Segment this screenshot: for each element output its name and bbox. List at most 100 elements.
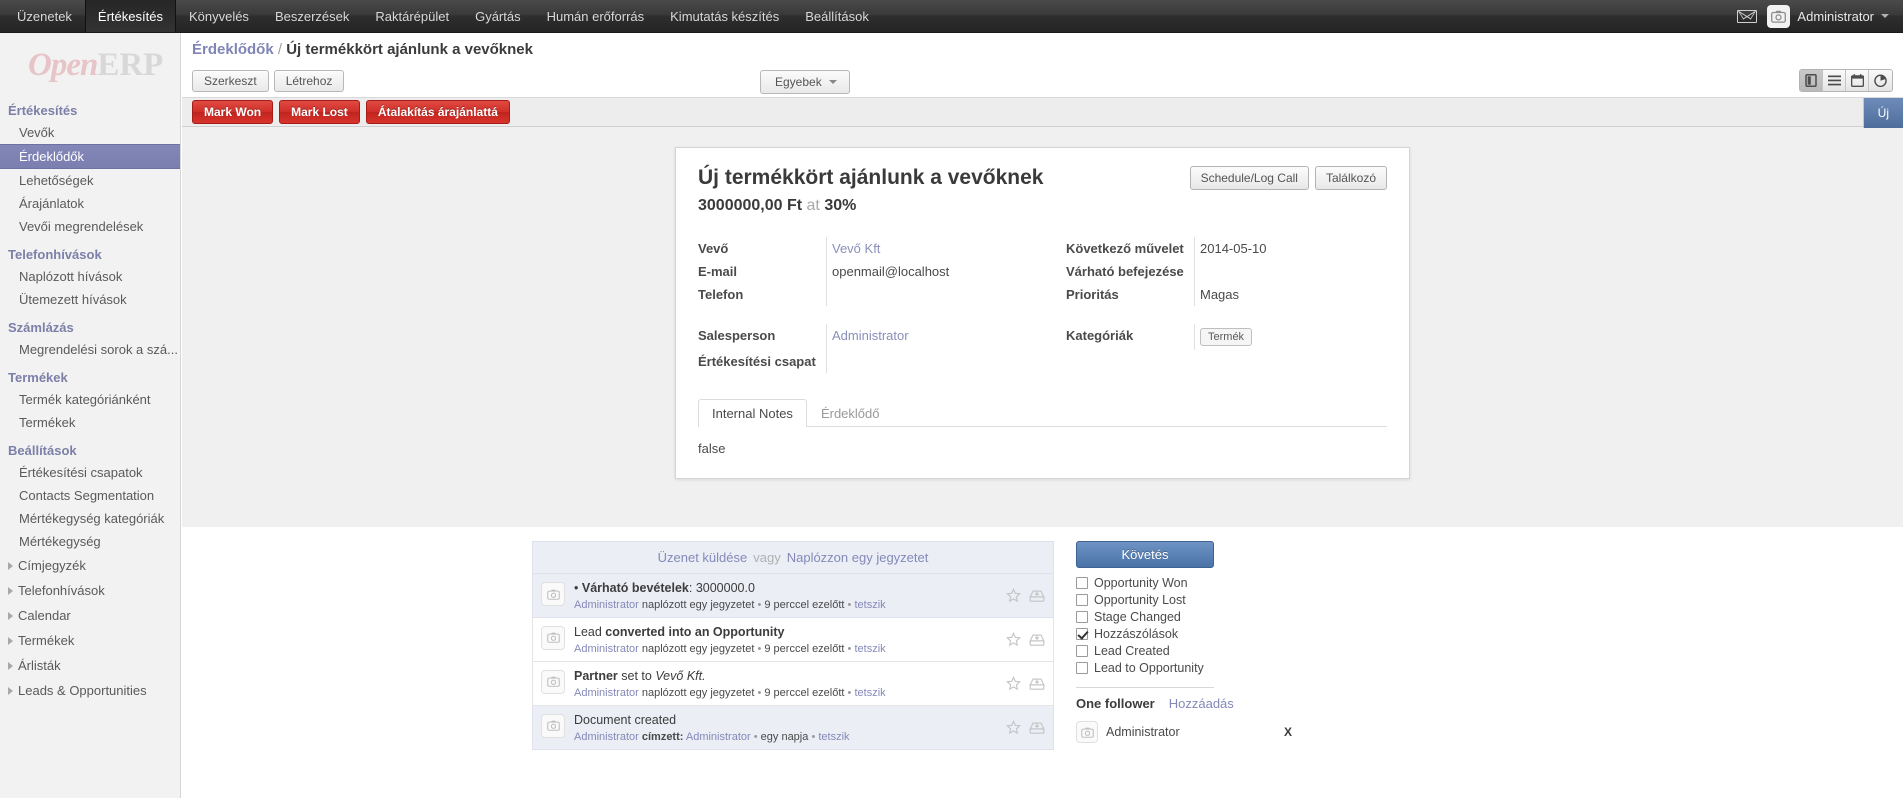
field-label-salesperson: Salesperson: [698, 328, 776, 343]
like-link[interactable]: tetszik: [818, 731, 849, 743]
subscription-hozzaszolasok[interactable]: Hozzászólások: [1076, 627, 1356, 641]
sidebar-item-mertekegyseg[interactable]: Mértékegység: [0, 530, 180, 553]
subscription-opportunity-won[interactable]: Opportunity Won: [1076, 576, 1356, 590]
form-tabs: Internal Notes Érdeklődő: [698, 399, 1387, 427]
follower-name: Administrator: [1106, 725, 1180, 739]
calendar-view-icon[interactable]: [1846, 70, 1869, 91]
checkbox[interactable]: [1076, 611, 1088, 623]
log-note-link[interactable]: Naplózzon egy jegyzetet: [787, 550, 929, 565]
edit-button[interactable]: Szerkeszt: [192, 70, 269, 92]
subscription-lead-created[interactable]: Lead Created: [1076, 644, 1356, 658]
user-menu[interactable]: Administrator: [1767, 4, 1889, 28]
message-item[interactable]: Lead converted into an Opportunity Admin…: [532, 617, 1054, 662]
like-link[interactable]: tetszik: [854, 599, 885, 611]
inbox-archive-icon[interactable]: [1029, 676, 1045, 691]
menu-item-raktarepulet[interactable]: Raktárépület: [362, 0, 462, 32]
follow-button[interactable]: Követés: [1076, 541, 1214, 568]
message-recipient[interactable]: Administrator: [686, 731, 751, 743]
sidebar-toggle-label: Árlisták: [18, 658, 61, 673]
tab-internal-notes[interactable]: Internal Notes: [698, 399, 807, 427]
sidebar-item-arajanlatok[interactable]: Árajánlatok: [0, 192, 180, 215]
message-connector: set to: [617, 668, 656, 683]
sidebar-toggle-leads-opportunities[interactable]: Leads & Opportunities: [0, 678, 180, 703]
star-icon[interactable]: [1006, 719, 1021, 735]
message-time: 9 perccel ezelőtt: [764, 598, 845, 611]
inbox-archive-icon[interactable]: [1029, 632, 1045, 647]
subscription-label: Lead to Opportunity: [1094, 661, 1204, 675]
sidebar-toggle-calendar[interactable]: Calendar: [0, 603, 180, 628]
chevron-down-icon[interactable]: [1881, 14, 1889, 18]
menu-item-beallitasok[interactable]: Beállítások: [792, 0, 882, 32]
envelope-icon[interactable]: [1737, 9, 1758, 23]
sidebar-item-mertekegyseg-kategoriak[interactable]: Mértékegység kategóriák: [0, 507, 180, 530]
sidebar-item-lehetosegek[interactable]: Lehetőségek: [0, 169, 180, 192]
inbox-archive-icon[interactable]: [1029, 720, 1045, 735]
form-view-icon[interactable]: [1800, 70, 1823, 91]
message-item[interactable]: • Várható bevételek: 3000000.0 Administr…: [532, 574, 1054, 618]
menu-item-human-eroforras[interactable]: Humán erőforrás: [534, 0, 658, 32]
mark-lost-button[interactable]: Mark Lost: [279, 100, 360, 124]
field-value-vevo[interactable]: Vevő Kft: [826, 237, 1066, 260]
message-author[interactable]: Administrator: [574, 687, 639, 699]
like-link[interactable]: tetszik: [854, 643, 885, 655]
menu-item-gyartas[interactable]: Gyártás: [462, 0, 534, 32]
stage-uj[interactable]: Új: [1862, 98, 1903, 128]
message-author[interactable]: Administrator: [574, 599, 639, 611]
checkbox[interactable]: [1076, 628, 1088, 640]
message-item[interactable]: Partner set to Vevő Kft. Administrator n…: [532, 661, 1054, 706]
subscription-lead-to-opportunity[interactable]: Lead to Opportunity: [1076, 661, 1356, 675]
menu-item-kimutatas-keszites[interactable]: Kimutatás készítés: [657, 0, 792, 32]
message-author[interactable]: Administrator: [574, 731, 639, 743]
checkbox[interactable]: [1076, 577, 1088, 589]
menu-item-uzenetek[interactable]: Üzenetek: [4, 0, 85, 32]
sidebar-item-utemezett-hivasok[interactable]: Ütemezett hívások: [0, 288, 180, 311]
menu-item-ertekesites[interactable]: Értékesítés: [84, 0, 176, 32]
message-author[interactable]: Administrator: [574, 643, 639, 655]
sidebar-item-megrendelesi-sorok[interactable]: Megrendelési sorok a szá...: [0, 338, 180, 361]
sidebar-item-ertekesitesi-csapatok[interactable]: Értékesítési csapatok: [0, 461, 180, 484]
sidebar-toggle-telefonhivasok[interactable]: Telefonhívások: [0, 578, 180, 603]
subscription-stage-changed[interactable]: Stage Changed: [1076, 610, 1356, 624]
graph-view-icon[interactable]: [1869, 70, 1892, 91]
sidebar-toggle-termekek[interactable]: Termékek: [0, 628, 180, 653]
send-message-link[interactable]: Üzenet küldése: [658, 550, 748, 565]
message-action: naplózott egy jegyzetet: [641, 642, 755, 655]
meeting-button[interactable]: Találkozó: [1314, 166, 1387, 190]
checkbox[interactable]: [1076, 662, 1088, 674]
star-icon[interactable]: [1006, 675, 1021, 691]
category-tag[interactable]: Termék: [1200, 328, 1253, 346]
sidebar-item-termekek[interactable]: Termékek: [0, 411, 180, 434]
inbox-archive-icon[interactable]: [1029, 588, 1045, 603]
sidebar-item-vevok[interactable]: Vevők: [0, 121, 180, 144]
breadcrumb-parent[interactable]: Érdeklődők: [192, 41, 274, 58]
tab-erdeklodo[interactable]: Érdeklődő: [807, 399, 894, 427]
more-dropdown-button[interactable]: Egyebek: [760, 70, 850, 94]
sidebar-item-naplozott-hivasok[interactable]: Naplózott hívások: [0, 265, 180, 288]
meta-separator: •: [847, 598, 852, 611]
menu-item-konyveles[interactable]: Könyvelés: [176, 0, 262, 32]
star-icon[interactable]: [1006, 631, 1021, 647]
subscription-label: Lead Created: [1094, 644, 1170, 658]
create-button[interactable]: Létrehoz: [273, 70, 345, 92]
meta-separator: •: [847, 642, 852, 655]
convert-to-quotation-button[interactable]: Átalakítás árajánlattá: [365, 100, 510, 124]
checkbox[interactable]: [1076, 594, 1088, 606]
sidebar-item-contacts-segmentation[interactable]: Contacts Segmentation: [0, 484, 180, 507]
add-follower-link[interactable]: Hozzáadás: [1169, 696, 1234, 711]
field-value-salesperson[interactable]: Administrator: [826, 324, 1066, 350]
star-icon[interactable]: [1006, 588, 1021, 603]
sidebar-toggle-arlistak[interactable]: Árlisták: [0, 653, 180, 678]
checkbox[interactable]: [1076, 645, 1088, 657]
message-item[interactable]: Document created Administrator címzett: …: [532, 705, 1054, 750]
mark-won-button[interactable]: Mark Won: [192, 100, 274, 124]
menu-item-beszerzesek[interactable]: Beszerzések: [262, 0, 362, 32]
sidebar-toggle-cimjegyzek[interactable]: Címjegyzék: [0, 553, 180, 578]
schedule-log-call-button[interactable]: Schedule/Log Call: [1189, 166, 1309, 190]
sidebar-item-erdeklodok[interactable]: Érdeklődők: [0, 144, 180, 169]
sidebar-item-termek-kategoriankent[interactable]: Termék kategóriánként: [0, 388, 180, 411]
remove-follower-button[interactable]: X: [1284, 725, 1356, 739]
subscription-opportunity-lost[interactable]: Opportunity Lost: [1076, 593, 1356, 607]
list-view-icon[interactable]: [1823, 70, 1846, 91]
sidebar-item-vevoi-megrendelesek[interactable]: Vevői megrendelések: [0, 215, 180, 238]
like-link[interactable]: tetszik: [854, 687, 885, 699]
